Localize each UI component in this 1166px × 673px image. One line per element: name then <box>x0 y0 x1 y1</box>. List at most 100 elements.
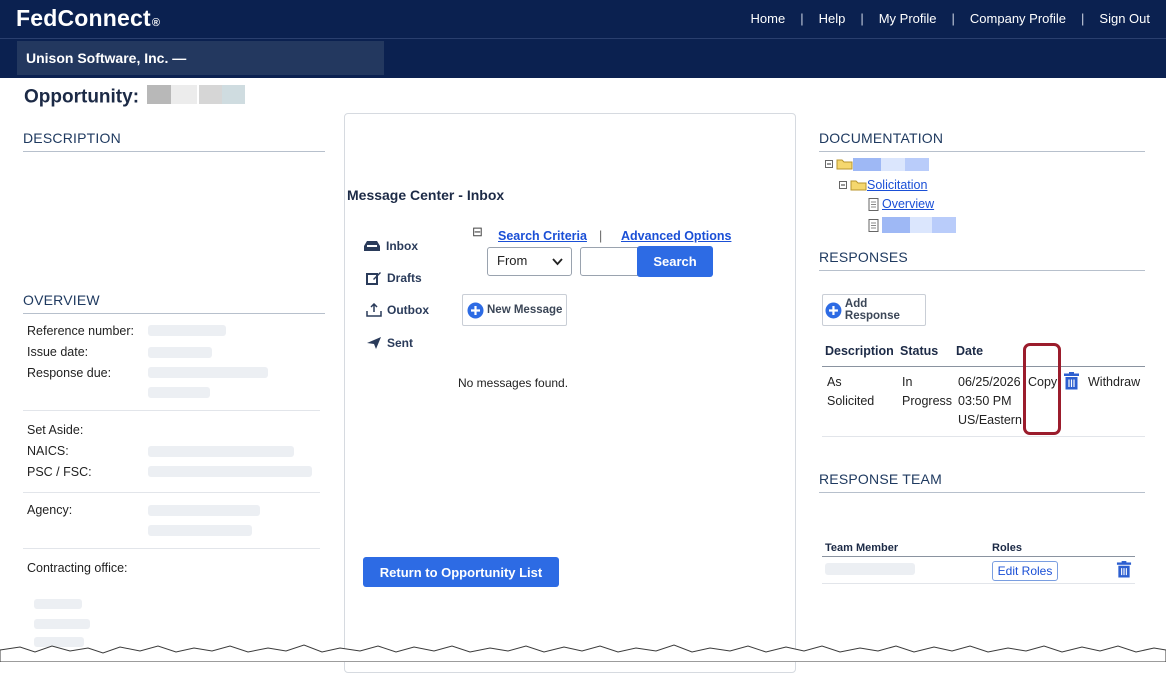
logo-text: FedConnect <box>16 5 151 31</box>
row-date-line3: US/Eastern <box>958 413 1022 427</box>
trash-icon[interactable] <box>1116 561 1132 578</box>
column-header-date: Date <box>956 344 984 358</box>
redaction-block <box>147 85 246 104</box>
table-row-divider <box>822 436 1145 437</box>
folder-inbox[interactable]: Inbox <box>363 239 418 253</box>
outbox-icon <box>366 303 382 317</box>
nav-separator: | <box>1081 11 1085 26</box>
solicitation-link[interactable]: Solicitation <box>867 178 927 192</box>
withdraw-link[interactable]: Withdraw <box>1088 373 1140 392</box>
new-message-button[interactable]: New Message <box>462 294 567 326</box>
advanced-options-link[interactable]: Advanced Options <box>621 229 731 243</box>
response-team-heading: RESPONSE TEAM <box>819 471 1145 493</box>
contracting-office-label: Contracting office: <box>27 561 128 575</box>
inbox-icon <box>364 241 380 251</box>
search-field-select[interactable]: From <box>487 247 572 276</box>
add-response-button[interactable]: Add Response <box>822 294 926 326</box>
field-divider <box>23 548 320 549</box>
set-aside-label: Set Aside: <box>27 423 84 437</box>
folder-label: Inbox <box>386 239 418 253</box>
overview-link[interactable]: Overview <box>882 197 934 211</box>
nav-separator: | <box>800 11 804 26</box>
row-date-line2: 03:50 PM <box>958 394 1012 408</box>
team-header-divider <box>822 556 1135 557</box>
agency-label: Agency: <box>27 503 73 517</box>
folder-drafts[interactable]: Drafts <box>366 271 422 285</box>
tree-solicitation[interactable]: Solicitation <box>839 178 927 192</box>
folder-label: Drafts <box>387 271 422 285</box>
message-center-title: Message Center - Inbox <box>347 187 505 203</box>
field-divider <box>23 410 320 411</box>
row-status-line1: In <box>902 375 913 389</box>
page-title: Opportunity: <box>24 84 246 111</box>
redaction-block <box>882 217 956 233</box>
tree-overview[interactable]: Overview <box>867 197 934 211</box>
trash-icon[interactable] <box>1063 372 1080 390</box>
search-button[interactable]: Search <box>637 246 713 277</box>
top-nav: Home | Help | My Profile | Company Profi… <box>751 11 1151 26</box>
redacted-value <box>34 599 82 609</box>
issue-date-label: Issue date: <box>27 345 89 359</box>
nav-separator: | <box>860 11 864 26</box>
edit-roles-button[interactable]: Edit Roles <box>992 561 1058 581</box>
redacted-value <box>148 325 226 336</box>
redaction-block <box>853 158 929 171</box>
overview-heading: OVERVIEW <box>23 292 325 314</box>
plus-circle-icon <box>825 302 842 318</box>
folder-icon <box>825 159 853 170</box>
redacted-opportunity-id <box>144 84 246 111</box>
team-row-divider <box>822 583 1135 584</box>
company-name-bar: Unison Software, Inc. — <box>17 41 384 75</box>
row-status-line2: Progress <box>902 394 953 408</box>
redacted-value <box>148 446 294 457</box>
link-separator: | <box>599 229 603 243</box>
document-icon <box>868 218 879 232</box>
documentation-heading: DOCUMENTATION <box>819 130 1145 152</box>
folder-icon <box>839 180 867 191</box>
nav-help[interactable]: Help <box>819 11 846 26</box>
row-description-line2: Solicited <box>827 394 875 408</box>
select-value: From <box>497 253 528 268</box>
description-heading: DESCRIPTION <box>23 130 325 152</box>
redacted-value <box>148 387 210 398</box>
return-to-opportunity-list-button[interactable]: Return to Opportunity List <box>363 557 559 587</box>
plus-circle-icon <box>467 302 484 318</box>
fedconnect-logo[interactable]: FedConnect® <box>16 5 160 32</box>
header-divider <box>0 38 1166 39</box>
psc-fsc-label: PSC / FSC: <box>27 465 92 479</box>
nav-company-profile[interactable]: Company Profile <box>970 11 1066 26</box>
tree-root[interactable] <box>825 157 929 171</box>
field-divider <box>23 492 320 493</box>
naics-label: NAICS: <box>27 444 69 458</box>
chevron-down-icon <box>552 258 563 266</box>
logo-mark: ® <box>151 17 161 29</box>
add-response-label: Add Response <box>844 298 900 322</box>
row-description-line1: As <box>827 375 842 389</box>
send-icon <box>367 337 381 349</box>
reference-number-label: Reference number: <box>27 324 135 338</box>
redacted-value <box>148 525 252 536</box>
new-message-label: New Message <box>487 304 563 316</box>
column-header-status: Status <box>900 344 939 358</box>
redacted-value <box>148 466 312 477</box>
redacted-value <box>148 505 260 516</box>
page-title-label: Opportunity: <box>24 86 140 108</box>
folder-outbox[interactable]: Outbox <box>366 303 429 317</box>
nav-home[interactable]: Home <box>751 11 786 26</box>
folder-label: Outbox <box>387 303 429 317</box>
collapse-toggle[interactable]: ⊟ <box>472 224 483 240</box>
torn-edge-decoration <box>0 644 1166 662</box>
redacted-value <box>148 367 268 378</box>
redacted-value <box>148 347 212 358</box>
nav-separator: | <box>951 11 955 26</box>
redacted-value <box>34 619 90 629</box>
tree-document[interactable] <box>867 216 956 234</box>
column-header-description: Description <box>825 344 894 358</box>
nav-sign-out[interactable]: Sign Out <box>1099 11 1150 26</box>
search-input[interactable] <box>580 247 638 276</box>
response-due-label: Response due: <box>27 366 112 380</box>
document-icon <box>868 197 879 211</box>
search-criteria-link[interactable]: Search Criteria <box>498 229 587 243</box>
folder-sent[interactable]: Sent <box>366 336 413 350</box>
nav-my-profile[interactable]: My Profile <box>879 11 937 26</box>
